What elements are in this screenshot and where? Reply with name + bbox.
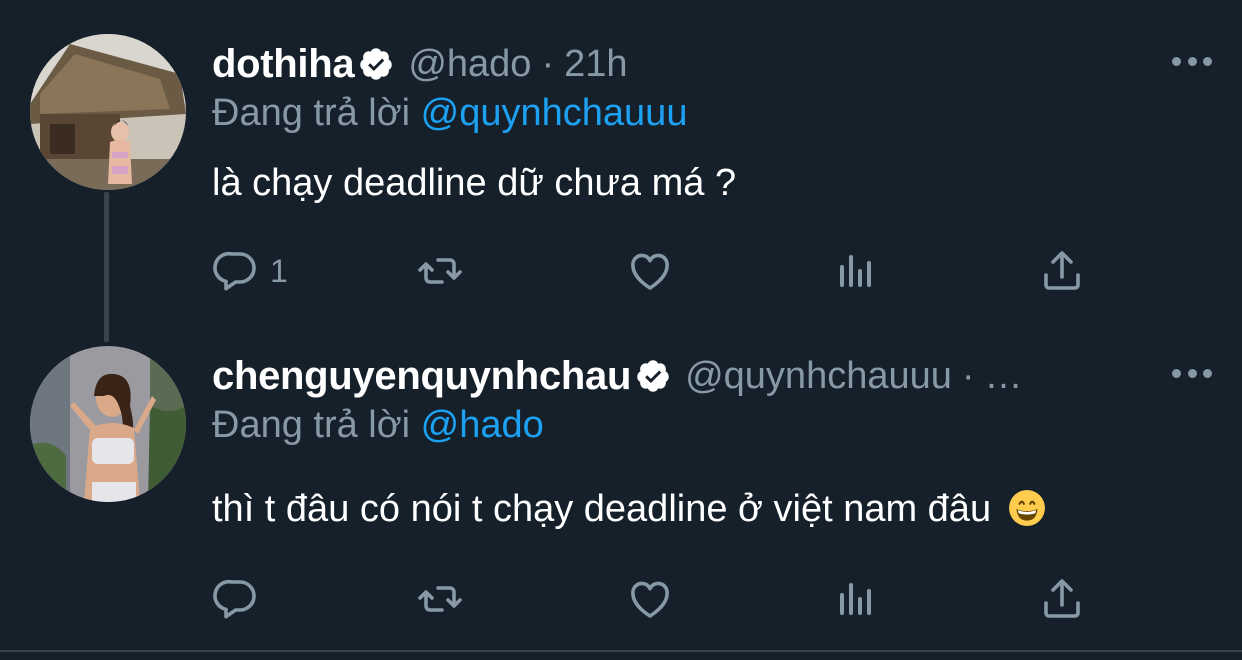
heart-icon [631,581,669,618]
tweet[interactable]: chenguyenquynhchau @quynhchauuu · … Đang… [0,322,1242,652]
retweet-button[interactable] [416,246,464,296]
tweet-timestamp[interactable]: 21h [564,43,627,86]
replying-to-line: Đang trả lời @hado [212,404,544,447]
retweet-icon [418,258,462,284]
tweet-text-container: thì t đâu có nói t chạy deadline ở việt … [212,488,1046,531]
avatar[interactable] [30,34,186,190]
more-options-icon[interactable] [1172,55,1212,67]
reply-button[interactable] [212,574,270,624]
display-name[interactable]: chenguyenquynhchau [212,354,631,399]
analytics-icon [840,255,871,287]
reply-icon [213,251,256,291]
user-handle[interactable]: @quynhchauuu [685,355,952,398]
grinning-face-icon [1008,490,1045,526]
heart-icon [631,253,669,290]
like-button[interactable] [626,574,674,624]
more-options-icon[interactable] [1172,367,1212,379]
share-icon [1044,579,1080,618]
reply-button[interactable]: 1 [212,246,288,296]
replying-to-mention[interactable]: @hado [421,404,544,446]
analytics-button[interactable] [832,246,880,296]
tweet-header: dothiha @hado · 21h [212,40,1162,88]
retweet-icon [418,586,462,612]
share-icon [1044,251,1080,290]
avatar-photo-icon [30,346,186,502]
tweet-thread: dothiha @hado · 21h Đang trả lời @quynhc… [0,0,1242,660]
separator-dot: · [961,354,975,397]
tweet-text: thì t đâu có nói t chạy deadline ở việt … [212,488,992,530]
tweet[interactable]: dothiha @hado · 21h Đang trả lời @quynhc… [0,0,1242,322]
replying-to-label: Đang trả lời [212,404,411,446]
replying-to-line: Đang trả lời @quynhchauuu [212,92,687,135]
share-button[interactable] [1038,574,1086,624]
display-name[interactable]: dothiha [212,42,355,87]
like-button[interactable] [626,246,674,296]
separator-dot: · [541,42,555,85]
user-handle[interactable]: @hado [408,43,531,86]
retweet-button[interactable] [416,574,464,624]
tweet-timestamp[interactable]: … [985,355,1023,398]
tweet-divider [0,650,1242,652]
replying-to-mention[interactable]: @quynhchauuu [421,92,688,134]
analytics-button[interactable] [832,574,880,624]
avatar-photo-icon [30,34,186,190]
analytics-icon [840,583,871,615]
tweet-header: chenguyenquynhchau @quynhchauuu · … [212,352,1162,400]
replying-to-label: Đang trả lời [212,92,411,134]
share-button[interactable] [1038,246,1086,296]
tweet-text: là chạy deadline dữ chưa má ? [212,162,737,204]
reply-icon [213,579,256,619]
tweet-actions [212,574,1092,624]
verified-badge-icon [637,360,669,392]
verified-badge-icon [360,48,393,80]
avatar[interactable] [30,346,186,502]
reply-count: 1 [270,252,288,289]
tweet-actions: 1 [212,246,1092,296]
